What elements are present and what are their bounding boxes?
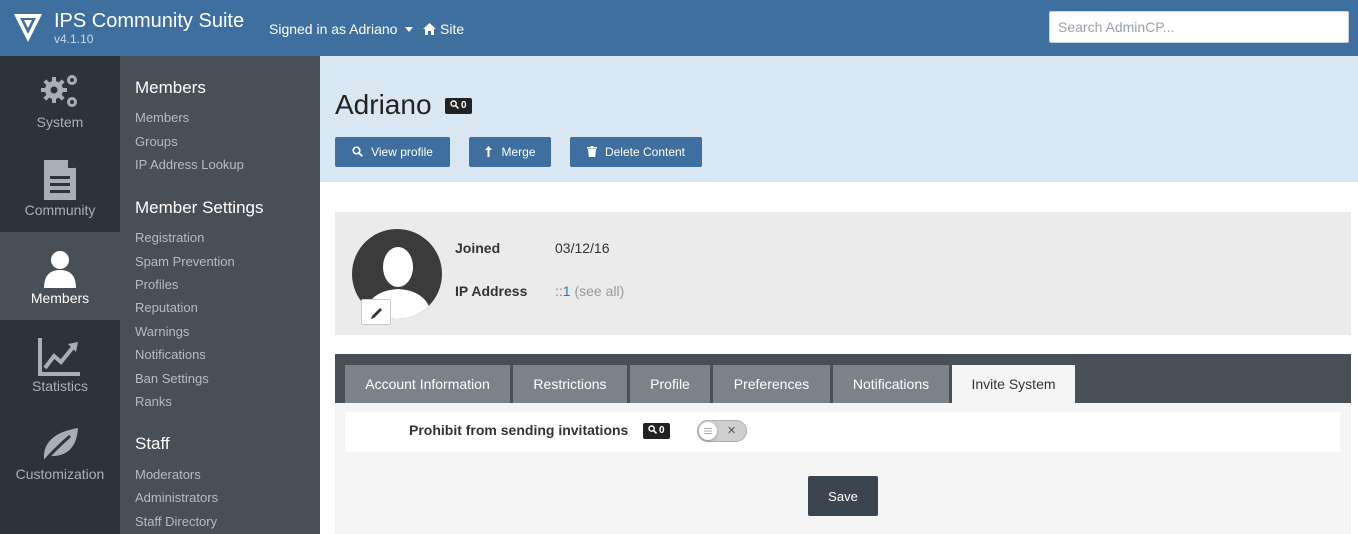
- form-row: Prohibit from sending invitations 0 ✕: [345, 412, 1340, 452]
- subnav-link-notifications[interactable]: Notifications: [135, 347, 206, 362]
- nav-item-members[interactable]: Members: [0, 232, 120, 320]
- toggle-knob: [699, 422, 717, 440]
- trash-icon: [586, 146, 597, 157]
- view-profile-button[interactable]: View profile: [335, 137, 450, 167]
- view-profile-label: View profile: [371, 145, 433, 159]
- grip-icon: [704, 428, 712, 434]
- joined-value: 03/12/16: [555, 240, 610, 256]
- search-icon: [450, 100, 460, 110]
- subnav-link-moderators[interactable]: Moderators: [135, 467, 201, 482]
- leaf-icon: [40, 428, 78, 465]
- section-title-member-settings: Member Settings: [135, 198, 264, 217]
- tab-bar: Account Information Restrictions Profile…: [335, 354, 1351, 403]
- subnav-link-ban-settings[interactable]: Ban Settings: [135, 371, 209, 386]
- search-count-badge[interactable]: 0: [445, 98, 472, 114]
- merge-icon: [485, 146, 493, 157]
- signed-in-label: Signed in as Adriano: [269, 21, 398, 37]
- tab-profile[interactable]: Profile: [630, 365, 710, 403]
- subnav-link-staff-directory[interactable]: Staff Directory: [135, 514, 217, 529]
- subnav-link-profiles[interactable]: Profiles: [135, 277, 178, 292]
- subnav-link-members[interactable]: Members: [135, 110, 189, 125]
- close-icon: ✕: [727, 425, 737, 437]
- app-nav: System Community Members Statistics Cust…: [0, 56, 120, 534]
- tab-notifications[interactable]: Notifications: [833, 365, 949, 403]
- section-title-staff: Staff: [135, 434, 170, 453]
- gears-icon: [41, 75, 77, 107]
- nav-item-label: Members: [30, 290, 90, 306]
- delete-content-label: Delete Content: [604, 145, 686, 159]
- merge-label: Merge: [501, 145, 536, 159]
- search-icon: [352, 146, 364, 157]
- tab-restrictions[interactable]: Restrictions: [513, 365, 627, 403]
- tab-account-information[interactable]: Account Information: [345, 365, 510, 403]
- top-bar: IPS Community Suite v4.1.10 Signed in as…: [0, 0, 1358, 56]
- delete-content-button[interactable]: Delete Content: [570, 137, 702, 167]
- subnav-link-groups[interactable]: Groups: [135, 134, 178, 149]
- site-link[interactable]: Site: [423, 21, 464, 37]
- signed-in-menu[interactable]: Signed in as Adriano: [269, 21, 414, 37]
- prohibit-invitations-toggle[interactable]: ✕: [697, 420, 747, 442]
- site-link-label: Site: [440, 21, 465, 37]
- section-title-members: Members: [135, 78, 206, 97]
- ip-address-label: IP Address: [455, 283, 528, 299]
- user-icon: [44, 251, 76, 288]
- ip-prefix: ::: [555, 283, 563, 299]
- subnav-link-ip-lookup[interactable]: IP Address Lookup: [135, 157, 244, 172]
- nav-item-label: Community: [24, 202, 96, 218]
- search-input[interactable]: [1049, 11, 1349, 43]
- nav-item-label: System: [36, 114, 84, 130]
- search-count: 0: [659, 425, 665, 436]
- brand-version: v4.1.10: [54, 32, 94, 46]
- search-count: 0: [461, 100, 467, 111]
- sub-nav: Members Members Groups IP Address Lookup…: [120, 56, 320, 534]
- subnav-link-ranks[interactable]: Ranks: [135, 394, 172, 409]
- nav-item-label: Customization: [15, 466, 105, 482]
- subnav-link-administrators[interactable]: Administrators: [135, 490, 218, 505]
- nav-item-system[interactable]: System: [0, 56, 120, 144]
- ip-address-link[interactable]: 1: [563, 283, 571, 299]
- subnav-link-warnings[interactable]: Warnings: [135, 324, 189, 339]
- nav-item-customization[interactable]: Customization: [0, 408, 120, 496]
- nav-item-statistics[interactable]: Statistics: [0, 320, 120, 408]
- profile-summary: Joined 03/12/16 IP Address ::1 (see all): [335, 212, 1351, 335]
- edit-photo-button[interactable]: [361, 299, 391, 325]
- search-icon: [648, 425, 658, 435]
- merge-button[interactable]: Merge: [469, 137, 551, 167]
- page-header: Adriano 0 View profile Merge Delete Cont…: [320, 56, 1358, 182]
- nav-item-community[interactable]: Community: [0, 144, 120, 232]
- tab-preferences[interactable]: Preferences: [713, 365, 830, 403]
- ip-address-value: ::1 (see all): [555, 283, 624, 299]
- document-icon: [44, 160, 76, 200]
- home-icon: [423, 23, 436, 35]
- tab-invite-system[interactable]: Invite System: [952, 365, 1075, 403]
- chart-icon: [38, 338, 80, 376]
- brand-title: IPS Community Suite: [54, 10, 245, 32]
- tab-content: Prohibit from sending invitations 0 ✕ Sa…: [335, 403, 1351, 534]
- ips-logo-icon[interactable]: [14, 14, 42, 42]
- save-button[interactable]: Save: [808, 476, 878, 516]
- joined-label: Joined: [455, 240, 501, 256]
- subnav-link-reputation[interactable]: Reputation: [135, 300, 198, 315]
- search-count-badge[interactable]: 0: [643, 423, 670, 439]
- nav-item-label: Statistics: [31, 378, 88, 394]
- subnav-link-spam-prevention[interactable]: Spam Prevention: [135, 254, 235, 269]
- prohibit-invitations-label: Prohibit from sending invitations: [409, 422, 629, 438]
- subnav-link-registration[interactable]: Registration: [135, 230, 204, 245]
- pencil-icon: [371, 308, 382, 319]
- page-title: Adriano: [335, 89, 432, 120]
- see-all-link[interactable]: (see all): [574, 283, 624, 299]
- chevron-down-icon: [405, 27, 414, 32]
